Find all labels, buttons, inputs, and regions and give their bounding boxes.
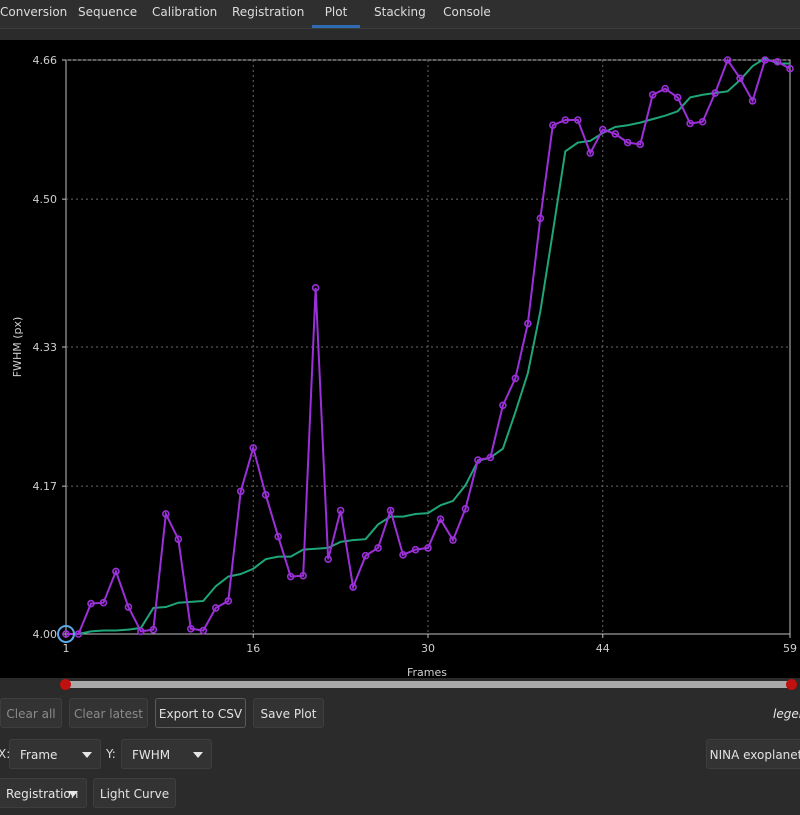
clear-all-button[interactable]: Clear all	[0, 698, 62, 728]
tab-calibration[interactable]: Calibration	[152, 0, 217, 28]
frame-range-slider[interactable]	[0, 678, 800, 692]
y-tick-label: 4.66	[33, 54, 58, 67]
y-axis-select[interactable]: FWHM	[121, 739, 212, 769]
light-curve-button[interactable]: Light Curve	[93, 778, 176, 808]
y-tick-label: 4.50	[33, 193, 58, 206]
source-select[interactable]: Registration	[0, 778, 87, 808]
tab-console[interactable]: Console	[443, 0, 491, 28]
tab-bar: Conversion Sequence Calibration Registra…	[0, 0, 800, 29]
range-track[interactable]	[65, 681, 791, 688]
chevron-down-icon	[68, 791, 78, 797]
x-axis-select[interactable]: Frame	[9, 739, 101, 769]
export-csv-button[interactable]: Export to CSV	[155, 698, 246, 728]
clear-latest-button[interactable]: Clear latest	[69, 698, 148, 728]
x-tick-label: 1	[63, 642, 70, 655]
fwhm-chart[interactable]: 4.004.174.334.504.661 16 30 44 59FramesFWHM …	[0, 40, 800, 680]
y-axis-title: FWHM (px)	[11, 317, 24, 378]
y-tick-label: 4.17	[33, 480, 58, 493]
tab-sequence[interactable]: Sequence	[78, 0, 137, 28]
x-tick-label: 44	[596, 642, 610, 655]
x-tick-label: 30	[421, 642, 435, 655]
tab-registration[interactable]: Registration	[232, 0, 304, 28]
save-plot-button[interactable]: Save Plot	[253, 698, 324, 728]
y-tick-label: 4.00	[33, 628, 58, 641]
range-end-handle[interactable]	[786, 679, 797, 690]
tab-conversion[interactable]: Conversion	[0, 0, 67, 28]
nina-exoplanet-button[interactable]: NINA exoplanet	[706, 739, 800, 769]
plot-area[interactable]: 4.00 4.17 4.33 4.50 4.66 1 16 30 44 59 Frames FWHM …	[0, 40, 800, 680]
range-start-handle[interactable]	[60, 679, 71, 690]
tab-stacking[interactable]: Stacking	[374, 0, 426, 28]
x-tick-label: 16	[246, 642, 260, 655]
x-axis-select-value: Frame	[20, 748, 58, 762]
chevron-down-icon	[82, 752, 92, 758]
x-tick-label: 59	[783, 642, 797, 655]
y-axis-label: Y:	[106, 747, 116, 761]
y-tick-label: 4.33	[33, 341, 58, 354]
toolbar-strip	[0, 29, 800, 40]
chevron-down-icon	[193, 752, 203, 758]
y-axis-select-value: FWHM	[132, 748, 171, 762]
tab-plot[interactable]: Plot	[312, 0, 360, 28]
legend-toggle[interactable]: legend	[773, 707, 800, 721]
